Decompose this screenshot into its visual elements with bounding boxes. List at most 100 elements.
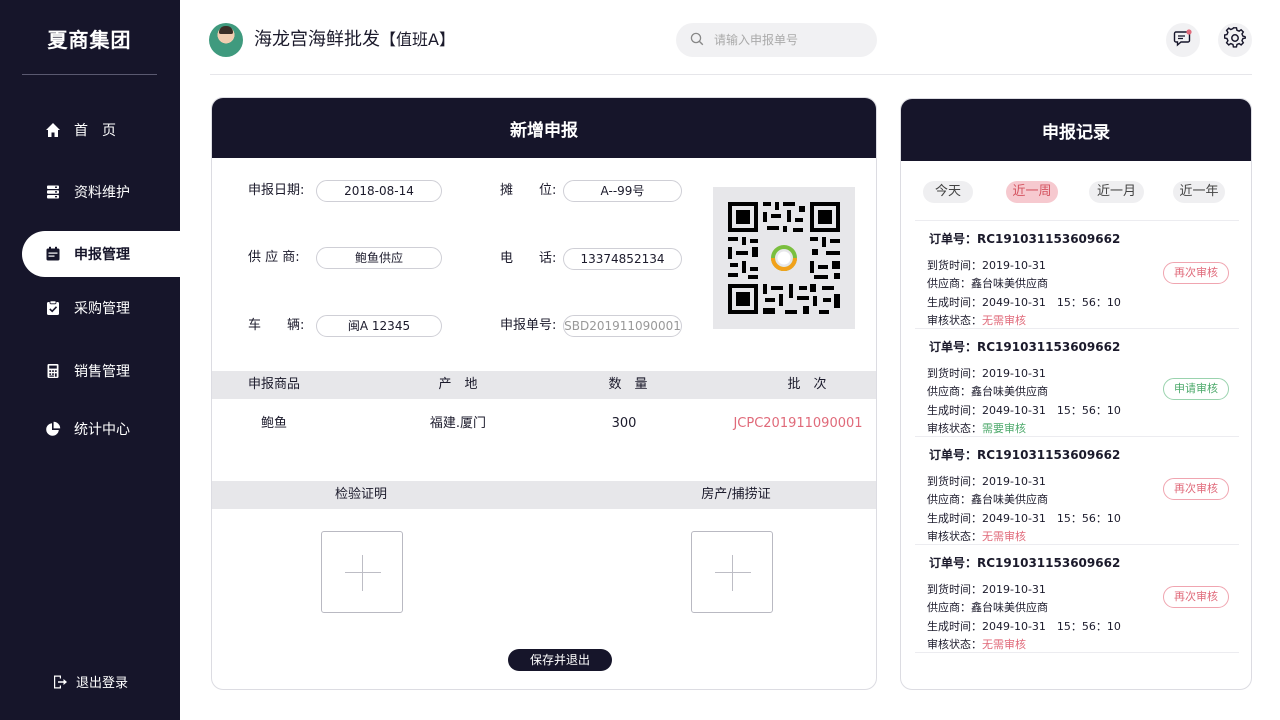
search-box[interactable] (676, 23, 877, 57)
app-root: 夏商集团 首 页 资料维护 申报管理 采购管理 销售管理 统计中心 退出登录 海… (0, 0, 1280, 720)
supplier-field[interactable]: 鲍鱼供应 (316, 247, 442, 269)
sidebar-item-data[interactable]: 资料维护 (22, 169, 180, 215)
re-audit-button[interactable]: 再次审核 (1163, 586, 1229, 608)
home-icon (44, 121, 62, 139)
audit-status: 审核状态：无需审核 (927, 636, 1026, 652)
sidebar-item-sales[interactable]: 销售管理 (22, 348, 180, 394)
attachment-header: 检验证明 房产/捕捞证 (212, 481, 876, 509)
re-audit-button[interactable]: 再次审核 (1163, 478, 1229, 500)
supplier: 供应商：鑫台味美供应商 (927, 277, 1048, 290)
new-declaration-panel: 新增申报 申报日期: 2018-08-14 摊 位: A--99号 供 应 商:… (211, 97, 877, 690)
created-time: 生成时间：2049-10-31 15：56：10 (927, 512, 1121, 525)
request-audit-button[interactable]: 申请审核 (1163, 378, 1229, 400)
logout-button[interactable]: 退出登录 (52, 672, 128, 691)
qr-code (713, 187, 855, 329)
arrival-time: 到货时间：2019-10-31 (927, 259, 1046, 272)
sidebar-item-label: 销售管理 (74, 364, 130, 380)
order-id: 订单号：RC191031153609662 (929, 340, 1121, 354)
stall-field[interactable]: A--99号 (563, 180, 682, 202)
sidebar: 夏商集团 首 页 资料维护 申报管理 采购管理 销售管理 统计中心 退出登录 (0, 0, 180, 720)
vehicle-label: 车 辆: (248, 318, 305, 333)
list-item[interactable]: 订单号：RC191031153609662 到货时间：2019-10-31 供应… (915, 545, 1239, 653)
date-field[interactable]: 2018-08-14 (316, 180, 442, 202)
clipboard-check-icon (44, 299, 62, 317)
audit-status: 审核状态：无需审核 (927, 528, 1026, 544)
shop-name: 海龙宫海鲜批发 (254, 29, 380, 50)
sidebar-item-home[interactable]: 首 页 (22, 107, 180, 153)
upload-property-license-button[interactable] (691, 531, 773, 613)
logout-label: 退出登录 (76, 676, 129, 691)
status-label: 审核状态： (927, 422, 982, 435)
message-button[interactable] (1166, 23, 1200, 57)
order-number-field[interactable]: SBD201911090001 (563, 315, 682, 337)
stall-label: 摊 位: (500, 183, 557, 198)
vehicle-field[interactable]: 闽A 12345 (316, 315, 442, 337)
status-label: 审核状态： (927, 530, 982, 543)
database-icon (44, 183, 62, 201)
order-id: 订单号：RC191031153609662 (929, 232, 1121, 246)
list-item[interactable]: 订单号：RC191031153609662 到货时间：2019-10-31 供应… (915, 329, 1239, 437)
sidebar-item-label: 资料维护 (74, 185, 130, 201)
origin-cell: 福建.厦门 (429, 416, 487, 431)
arrival-time: 到货时间：2019-10-31 (927, 475, 1046, 488)
column-header: 批 次 (787, 377, 827, 392)
filter-today[interactable]: 今天 (923, 181, 973, 203)
search-icon (690, 31, 704, 50)
supplier-label: 供 应 商: (248, 250, 300, 265)
supplier: 供应商：鑫台味美供应商 (927, 493, 1048, 506)
upload-inspection-cert-button[interactable] (321, 531, 403, 613)
created-time: 生成时间：2049-10-31 15：56：10 (927, 296, 1121, 309)
audit-status: 审核状态：无需审核 (927, 312, 1026, 328)
order-number-label: 申报单号: (500, 318, 557, 333)
filter-year[interactable]: 近一年 (1173, 181, 1225, 203)
avatar[interactable] (209, 23, 243, 57)
declaration-records-panel: 申报记录 今天 近一周 近一月 近一年 订单号：RC19103115360966… (900, 98, 1252, 690)
phone-label: 电 话: (500, 251, 557, 266)
property-license-label: 房产/捕捞证 (701, 487, 771, 502)
page-title: 海龙宫海鲜批发【值班A】 (254, 27, 455, 53)
order-id: 订单号：RC191031153609662 (929, 448, 1121, 462)
quantity-cell: 300 (611, 416, 637, 431)
status-value: 需要审核 (982, 422, 1026, 435)
save-and-exit-button[interactable]: 保存并退出 (508, 649, 612, 671)
batch-cell: JCPC201911090001 (733, 416, 863, 431)
column-header: 产 地 (438, 377, 478, 392)
filter-month[interactable]: 近一月 (1089, 181, 1144, 203)
date-label: 申报日期: (248, 183, 305, 198)
settings-button[interactable] (1218, 23, 1252, 57)
order-id: 订单号：RC191031153609662 (929, 556, 1121, 570)
gear-icon (1223, 27, 1247, 53)
phone-field[interactable]: 13374852134 (563, 248, 682, 270)
supplier: 供应商：鑫台味美供应商 (927, 385, 1048, 398)
sidebar-item-label: 首 页 (74, 123, 116, 139)
logout-icon (52, 674, 68, 690)
sidebar-item-label: 采购管理 (74, 301, 130, 317)
list-item[interactable]: 订单号：RC191031153609662 到货时间：2019-10-31 供应… (915, 437, 1239, 545)
search-input[interactable] (714, 33, 864, 47)
divider (22, 74, 157, 75)
filter-week[interactable]: 近一周 (1006, 181, 1058, 203)
sidebar-item-statistics[interactable]: 统计中心 (22, 406, 180, 452)
list-item[interactable]: 订单号：RC191031153609662 到货时间：2019-10-31 供应… (915, 221, 1239, 329)
chat-icon (1173, 28, 1193, 52)
inspection-cert-label: 检验证明 (334, 487, 388, 502)
filter-tabs: 今天 近一周 近一月 近一年 (901, 161, 1251, 221)
table-row[interactable]: 鲍鱼 福建.厦门 300 JCPC201911090001 (212, 410, 876, 438)
status-label: 审核状态： (927, 314, 982, 327)
divider (210, 74, 1252, 75)
sidebar-item-label: 申报管理 (74, 247, 130, 263)
status-value: 无需审核 (982, 314, 1026, 327)
sidebar-item-purchase[interactable]: 采购管理 (22, 285, 180, 331)
sidebar-item-declaration[interactable]: 申报管理 (22, 231, 180, 277)
column-header: 申报商品 (247, 377, 301, 392)
calendar-icon (44, 245, 62, 263)
sidebar-item-label: 统计中心 (74, 422, 130, 438)
re-audit-button[interactable]: 再次审核 (1163, 262, 1229, 284)
panel-title: 新增申报 (212, 98, 876, 158)
brand-title: 夏商集团 (47, 28, 132, 52)
supplier: 供应商：鑫台味美供应商 (927, 601, 1048, 614)
created-time: 生成时间：2049-10-31 15：56：10 (927, 620, 1121, 633)
arrival-time: 到货时间：2019-10-31 (927, 367, 1046, 380)
status-label: 审核状态： (927, 638, 982, 651)
column-header: 数 量 (608, 377, 648, 392)
